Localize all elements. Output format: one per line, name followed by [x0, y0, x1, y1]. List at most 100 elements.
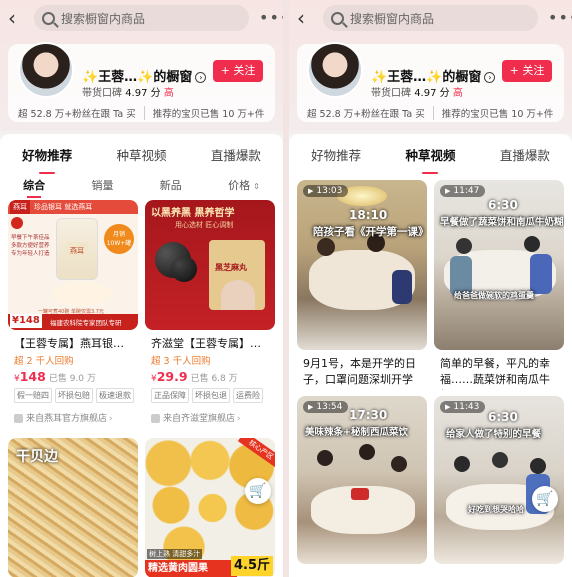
tab-live[interactable]: 直播爆款	[496, 145, 554, 164]
shop-profile-card: ✨王蓉…✨的橱窗 › + 关注 带货口碑 4.97 分 高 超 52.8 万+粉丝…	[8, 42, 275, 122]
banner-headline: 以黑养黑 黑养哲学	[151, 208, 235, 219]
banner-text: 珍品银耳 就选燕耳	[34, 203, 93, 211]
sold-count: 已售 9.0 万	[48, 374, 96, 384]
top-bar: ‹ 搜索橱窗内商品 •••	[289, 4, 572, 32]
product-card[interactable]: 燕耳 珍品银耳 就选燕耳 早餐下午茶佳品 多款方便好营养 专为年轻人打造 燕耳 …	[8, 200, 138, 432]
shop-source-text: 来自燕耳官方旗舰店	[26, 414, 108, 424]
product-card[interactable]: 以黑养黑 黑养哲学 用心选材 匠心调制 黑芝麻丸 齐滋堂【王蓉专属】臻… 超 3…	[145, 200, 275, 432]
video-title: 9月1号，本是开学的日子，口罩问题深圳开学又…	[303, 357, 416, 390]
promo-bullet: 早餐下午茶佳品	[11, 235, 50, 241]
video-card[interactable]: 11:43 6:30 给家人做了特别的早餐 好吃到想哭哈哈 🛒	[434, 396, 564, 564]
avatar[interactable]	[18, 42, 74, 98]
video-subcaption: 给爸爸做碗软的鸡蛋羹	[454, 291, 534, 300]
video-caption: 早餐做了蔬菜饼和南瓜牛奶糊	[440, 217, 564, 228]
reputation-label: 带货口碑	[371, 88, 411, 99]
shopping-cart-icon[interactable]: 🛒	[245, 478, 271, 504]
promo-bullet: 多款方便好营养	[11, 243, 50, 249]
product-image: 干贝边	[8, 438, 138, 577]
follow-button[interactable]: + 关注	[213, 60, 263, 82]
tab-live[interactable]: 直播爆款	[207, 145, 265, 164]
recommend-text: 推荐的宝贝已售 10 万+件	[143, 106, 264, 120]
info-icon[interactable]: ›	[195, 72, 207, 83]
tab-videos[interactable]: 种草视频	[401, 145, 459, 164]
tag: 坏损包赔	[55, 388, 93, 403]
shopping-cart-icon[interactable]: 🛒	[532, 486, 558, 512]
search-input[interactable]: 搜索橱窗内商品	[323, 5, 538, 31]
video-duration: 13:54	[303, 401, 349, 413]
stats-row: 超 52.8 万+粉丝在跟 Ta 买 推荐的宝贝已售 10 万+件	[307, 106, 558, 120]
back-arrow-icon[interactable]: ‹	[8, 8, 28, 28]
service-tags: 正品保障 坏损包退 运费险	[151, 388, 273, 403]
video-title: 简单的早餐，平凡的幸福……蔬菜饼和南瓜牛奶…	[440, 357, 550, 390]
fans-text: 超 52.8 万+粉丝在跟 Ta 买	[307, 109, 425, 120]
product-image: 以黑养黑 黑养哲学 用心选材 匠心调制 黑芝麻丸	[145, 200, 275, 330]
reputation-row: 带货口碑 4.97 分 高	[82, 84, 174, 99]
tab-videos[interactable]: 种草视频	[112, 145, 170, 164]
product-card[interactable]: 干贝边	[8, 438, 138, 577]
video-thumbnail: 11:43 6:30 给家人做了特别的早餐 好吃到想哭哈哈	[434, 396, 564, 564]
price-row: ¥148 已售 9.0 万	[14, 369, 96, 384]
sort-price-label: 价格	[228, 179, 251, 192]
video-card[interactable]: 13:03 18:10 陪孩子看《开学第一课》 9月1号，本是开学的日子，口罩问…	[297, 180, 427, 392]
reputation-row: 带货口碑 4.97 分 高	[371, 84, 463, 99]
video-duration: 11:43	[440, 401, 486, 413]
product-card[interactable]: 核心产区 树上熟 清甜多汁 精选黄肉圆果 4.5斤 🛒	[145, 438, 275, 577]
product-title: 齐滋堂【王蓉专属】臻…	[151, 337, 269, 350]
shop-source-text: 来自齐滋堂旗舰店	[163, 414, 236, 424]
shop-name[interactable]: ✨王蓉…✨的橱窗 ›	[371, 66, 496, 85]
video-clock: 17:30	[349, 408, 388, 422]
video-clock: 18:10	[349, 208, 388, 222]
info-icon[interactable]: ›	[484, 72, 496, 83]
shop-name[interactable]: ✨王蓉…✨的橱窗 ›	[82, 66, 207, 85]
back-arrow-icon[interactable]: ‹	[297, 8, 317, 28]
tag: 坏损包退	[192, 388, 230, 403]
chevron-right-icon: ›	[237, 414, 241, 424]
video-thumbnail: 11:47 6:30 早餐做了蔬菜饼和南瓜牛奶糊 给爸爸做碗软的鸡蛋羹	[434, 180, 564, 350]
tag: 正品保障	[151, 388, 189, 403]
price-row: ¥29.9 已售 6.8 万	[151, 369, 238, 384]
tab-goods[interactable]: 好物推荐	[307, 145, 365, 164]
ribbon: 精选黄肉圆果	[145, 560, 237, 577]
left-panel: ‹ 搜索橱窗内商品 ••• ✨王蓉…✨的橱窗› + 关注 带货口碑 4.97 分…	[0, 0, 283, 577]
sort-sales[interactable]: 销量	[91, 177, 113, 193]
video-card[interactable]: 13:54 17:30 美味辣条+秘制西瓜菜饮	[297, 396, 427, 564]
follow-button[interactable]: + 关注	[502, 60, 552, 82]
price-value: 148	[19, 369, 46, 384]
more-icon[interactable]: •••	[259, 10, 283, 26]
reputation-label: 带货口碑	[82, 88, 122, 99]
sort-general[interactable]: 综合	[23, 177, 45, 193]
store-icon	[14, 414, 23, 423]
sales-badge: 月销 10W+罐	[104, 224, 134, 254]
search-input[interactable]: 搜索橱窗内商品	[34, 5, 249, 31]
sort-caret-icon: ⇕	[253, 182, 260, 191]
shop-source[interactable]: 来自齐滋堂旗舰店 ›	[151, 411, 241, 424]
tag: 假一赔四	[14, 388, 52, 403]
video-caption: 陪孩子看《开学第一课》	[313, 226, 427, 238]
video-thumbnail: 13:54 17:30 美味辣条+秘制西瓜菜饮	[297, 396, 427, 564]
brand-logo: 燕耳	[10, 200, 30, 214]
stats-row: 超 52.8 万+粉丝在跟 Ta 买 推荐的宝贝已售 10 万+件	[18, 106, 269, 120]
video-caption: 美味辣条+秘制西瓜菜饮	[305, 427, 408, 438]
more-icon[interactable]: •••	[548, 10, 572, 26]
video-subcaption: 好吃到想哭哈哈	[468, 505, 524, 514]
product-title: 【王蓉专属】燕耳银耳…	[14, 337, 132, 350]
video-duration: 13:03	[303, 185, 349, 197]
tag: 极速退款	[96, 388, 134, 403]
banner-sub: 用心选材 匠心调制	[175, 221, 234, 229]
reputation-score: 4.97 分	[125, 88, 161, 99]
shop-source[interactable]: 来自燕耳官方旗舰店 ›	[14, 411, 113, 424]
video-duration: 11:47	[440, 185, 486, 197]
tab-goods[interactable]: 好物推荐	[18, 145, 76, 164]
reputation-level: 高	[163, 88, 174, 99]
sort-new[interactable]: 新品	[160, 177, 182, 193]
promo-price: ¥148	[10, 314, 42, 328]
sort-price[interactable]: 价格 ⇕	[228, 177, 260, 193]
video-card[interactable]: 11:47 6:30 早餐做了蔬菜饼和南瓜牛奶糊 给爸爸做碗软的鸡蛋羹 简单的早…	[434, 180, 564, 392]
search-placeholder: 搜索橱窗内商品	[350, 11, 435, 26]
repurchase-text: 超 2 千人回购	[14, 356, 74, 367]
video-clock: 6:30	[488, 198, 518, 212]
avatar[interactable]	[307, 42, 363, 98]
top-bar: ‹ 搜索橱窗内商品 •••	[0, 4, 283, 32]
fans-text: 超 52.8 万+粉丝在跟 Ta 买	[18, 109, 136, 120]
sort-bar: 综合 销量 新品 价格 ⇕	[0, 174, 283, 196]
